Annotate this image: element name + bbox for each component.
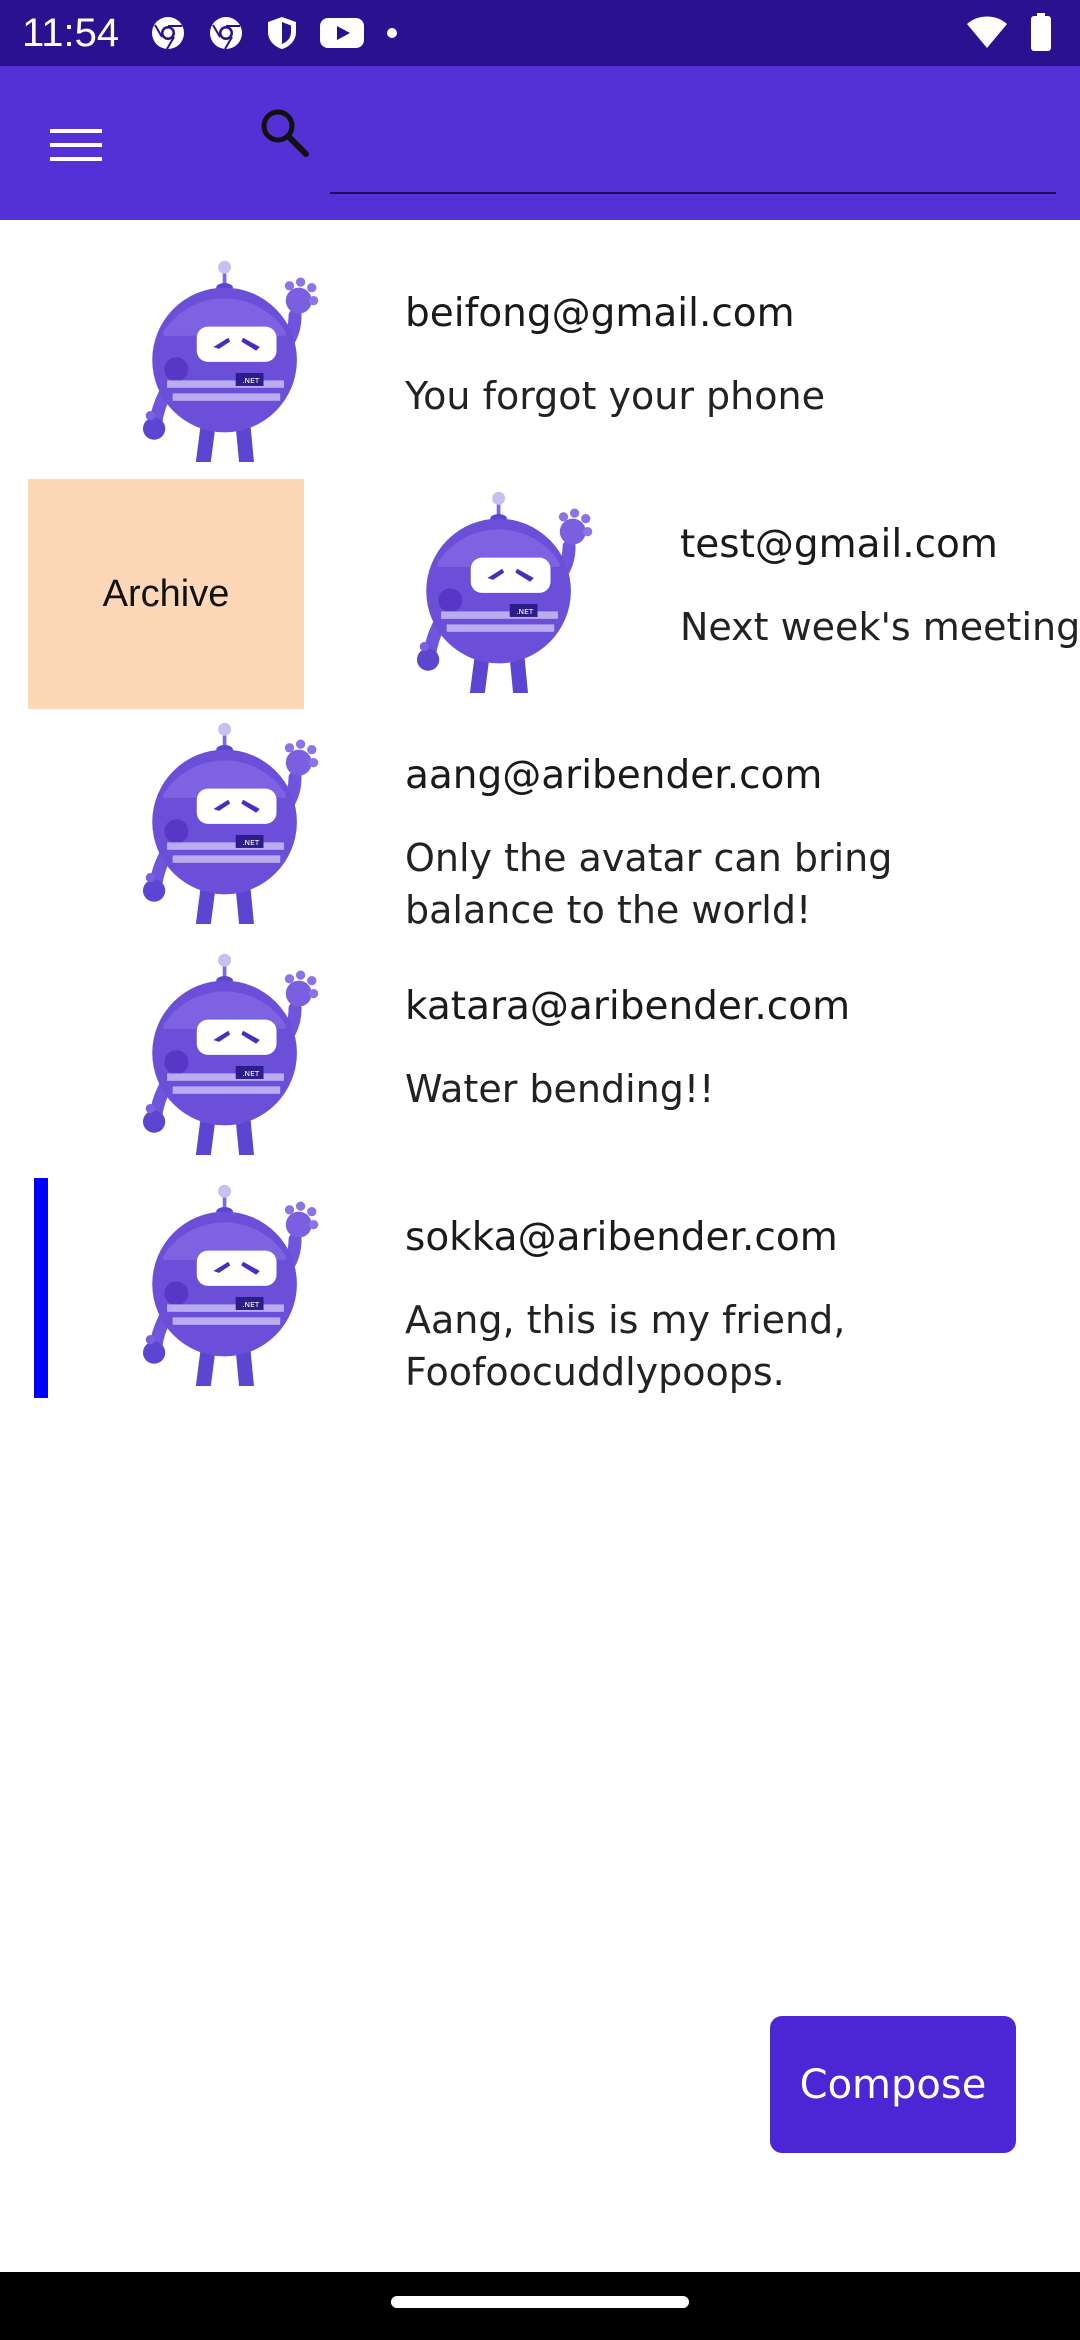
dotnet-bot-avatar-icon	[132, 1182, 332, 1386]
chrome-icon	[152, 17, 184, 50]
hamburger-menu-icon	[50, 129, 102, 161]
email-text: beifong@gmail.com You forgot your phone	[405, 288, 925, 422]
hamburger-menu-button[interactable]	[36, 110, 116, 180]
email-sender: sokka@aribender.com	[405, 1215, 838, 1260]
dotnet-bot-avatar-icon	[132, 258, 332, 462]
email-subject: Water bending!!	[405, 1067, 715, 1111]
search-input[interactable]	[330, 102, 1056, 194]
home-indicator[interactable]	[391, 2296, 689, 2308]
dotnet-bot-avatar-icon	[406, 489, 606, 693]
email-sender: beifong@gmail.com	[405, 291, 795, 336]
dotnet-bot-avatar-icon	[132, 720, 332, 924]
email-sender: katara@aribender.com	[405, 984, 851, 1029]
email-subject: Aang, this is my friend, Foofoocuddlypoo…	[405, 1298, 846, 1394]
youtube-icon	[320, 18, 364, 48]
email-list-item[interactable]: beifong@gmail.com You forgot your phone	[0, 232, 1080, 463]
status-bar: 11:54	[0, 0, 1080, 66]
compose-button[interactable]: Compose	[770, 2016, 1016, 2153]
email-text: aang@aribender.com Only the avatar can b…	[405, 750, 925, 936]
chrome-icon	[210, 17, 242, 50]
notification-dot-icon	[387, 28, 397, 38]
dotnet-bot-avatar-icon	[132, 951, 332, 1155]
email-list-item[interactable]: katara@aribender.com Water bending!!	[0, 925, 1080, 1156]
status-icons-right	[966, 12, 1052, 52]
email-sender: aang@aribender.com	[405, 753, 823, 798]
status-icons-left	[150, 15, 398, 51]
email-subject: Only the avatar can bring balance to the…	[405, 836, 893, 932]
email-subject: You forgot your phone	[405, 374, 825, 418]
search-icon	[261, 109, 309, 157]
email-text: test@gmail.com Next week's meeting	[680, 519, 1080, 653]
shield-icon	[268, 17, 296, 49]
navigation-bar	[0, 2272, 1080, 2340]
battery-icon	[1031, 13, 1051, 51]
wifi-icon	[967, 16, 1007, 48]
status-time: 11:54	[22, 11, 120, 55]
email-list-item[interactable]: sokka@aribender.com Aang, this is my fri…	[0, 1156, 1080, 1394]
email-subject: Next week's meeting	[680, 605, 1080, 649]
app-bar	[0, 66, 1080, 220]
email-sender: test@gmail.com	[680, 522, 998, 567]
email-text: sokka@aribender.com Aang, this is my fri…	[405, 1212, 925, 1398]
email-list-item[interactable]: aang@aribender.com Only the avatar can b…	[0, 694, 1080, 932]
email-list-item[interactable]: test@gmail.com Next week's meeting	[0, 463, 1080, 694]
email-text: katara@aribender.com Water bending!!	[405, 981, 925, 1115]
